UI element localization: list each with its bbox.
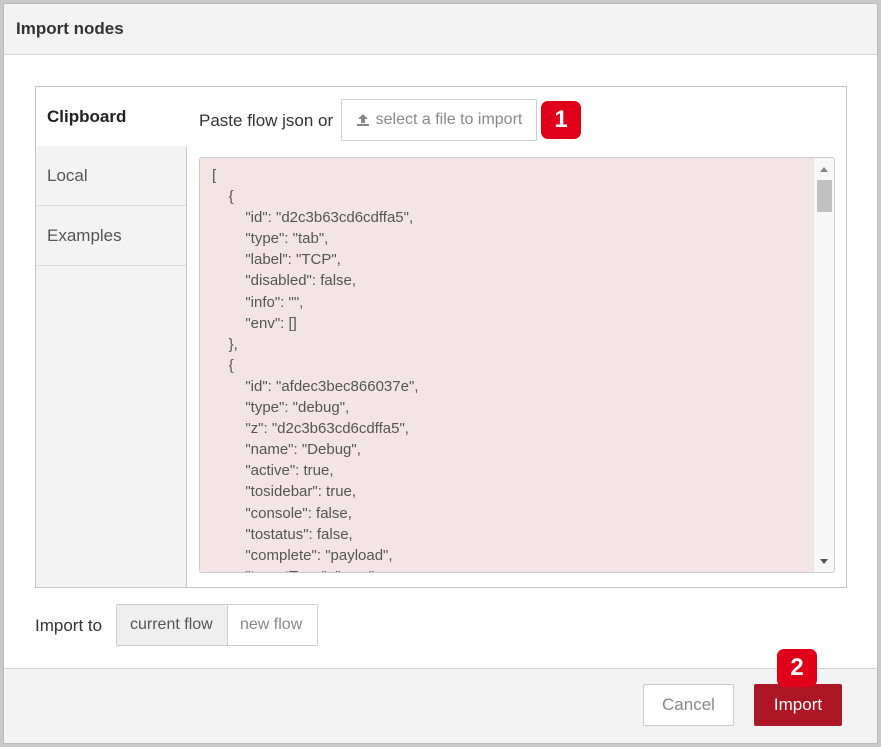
tab-clipboard[interactable]: Clipboard (36, 87, 188, 147)
json-line: "info": "", (245, 293, 304, 311)
tab-local[interactable]: Local (36, 146, 186, 206)
new-flow-button[interactable]: new flow (228, 605, 317, 645)
scroll-thumb[interactable] (817, 180, 832, 212)
json-line: "console": false, (245, 504, 352, 522)
json-line: "type": "debug", (245, 399, 350, 417)
json-line: "tosidebar": true, (245, 483, 357, 501)
flow-json-textarea[interactable]: [ { "id": "d2c3b63cd6cdffa5", "type": "t… (199, 157, 835, 573)
select-file-label: select a file to import (375, 111, 523, 128)
import-to-label: Import to (35, 616, 103, 635)
json-line: "label": "TCP", (245, 251, 341, 269)
json-line: "active": true, (245, 462, 334, 480)
json-line: "name": "Debug", (245, 441, 361, 459)
json-scrollbar[interactable] (813, 158, 834, 572)
json-line: "tostatus": false, (245, 525, 353, 543)
json-line: "disabled": false, (245, 272, 357, 290)
tab-examples[interactable]: Examples (36, 206, 186, 266)
json-line: { (228, 356, 234, 374)
json-line: "complete": "payload", (245, 546, 393, 564)
dialog-footer (4, 668, 877, 743)
json-line: "type": "tab", (245, 230, 329, 248)
paste-flow-label: Paste flow json or (199, 111, 334, 130)
json-line: }, (228, 335, 238, 353)
import-button[interactable]: Import (754, 684, 842, 726)
json-line: "targetType": "msg", (212, 568, 378, 572)
flow-json-text: [ { "id": "d2c3b63cd6cdffa5", "type": "t… (200, 158, 834, 572)
json-line: "id": "afdec3bec866037e", (245, 377, 419, 395)
dialog-title: Import nodes (16, 19, 124, 38)
json-line: "id": "d2c3b63cd6cdffa5", (245, 209, 414, 227)
upload-icon (356, 114, 369, 126)
cancel-button[interactable]: Cancel (643, 684, 734, 726)
select-file-button[interactable]: select a file to import (341, 99, 537, 141)
json-line: { (228, 188, 234, 206)
import-nodes-dialog: Import nodes Clipboard Local Examples Pa… (3, 3, 878, 744)
scroll-down-arrow-icon[interactable] (814, 552, 834, 570)
import-panel: Clipboard Local Examples Paste flow json… (35, 86, 847, 588)
json-line: [ (212, 167, 217, 184)
import-source-tabs: Clipboard Local Examples (36, 87, 188, 587)
scroll-up-arrow-icon[interactable] (814, 160, 834, 178)
json-line: "env": [] (245, 314, 297, 332)
dialog-titlebar: Import nodes (4, 4, 877, 55)
json-line: "z": "d2c3b63cd6cdffa5", (245, 420, 409, 438)
annotation-badge-1: 1 (541, 101, 581, 139)
import-target-toggle: current flow new flow (116, 604, 318, 646)
annotation-badge-2: 2 (777, 649, 817, 687)
current-flow-button[interactable]: current flow (117, 605, 228, 645)
